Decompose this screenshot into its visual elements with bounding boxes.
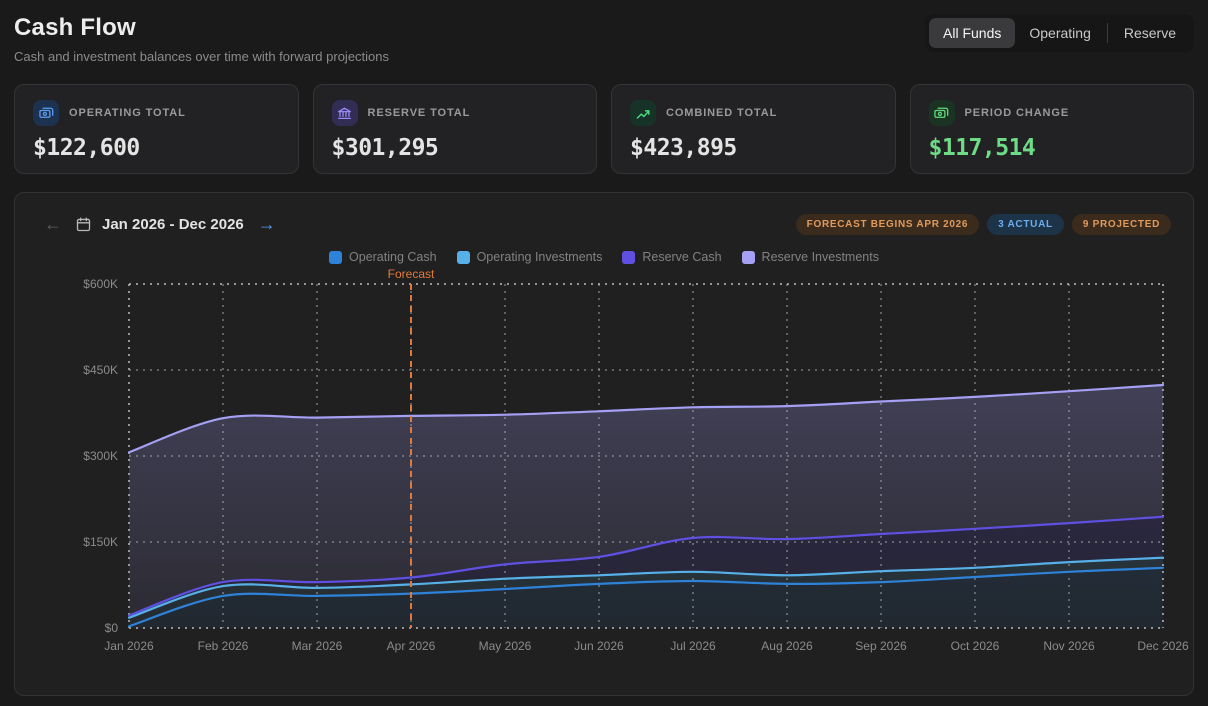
actual-count-badge: 3 ACTUAL bbox=[987, 214, 1064, 235]
y-tick-label: $450K bbox=[83, 363, 118, 377]
tab-operating[interactable]: Operating bbox=[1015, 18, 1104, 48]
x-tick-label: Mar 2026 bbox=[292, 639, 343, 653]
trending-up-icon bbox=[630, 100, 656, 126]
date-range-label: Jan 2026 - Dec 2026 bbox=[102, 216, 244, 233]
legend-item-operating-investments[interactable]: Operating Investments bbox=[457, 250, 603, 264]
legend-item-reserve-cash[interactable]: Reserve Cash bbox=[622, 250, 721, 264]
banknotes-icon bbox=[33, 100, 59, 126]
forecast-label: Forecast bbox=[388, 267, 435, 281]
x-tick-label: Feb 2026 bbox=[198, 639, 249, 653]
legend-swatch bbox=[457, 251, 470, 264]
y-tick-label: $600K bbox=[83, 277, 118, 291]
x-tick-label: Jul 2026 bbox=[670, 639, 716, 653]
tab-reserve[interactable]: Reserve bbox=[1110, 18, 1190, 48]
stat-value: $117,514 bbox=[929, 135, 1176, 161]
tab-divider bbox=[1107, 23, 1108, 43]
chart-toolbar: ← Jan 2026 - Dec 2026 → FORECAST BEGINS … bbox=[31, 209, 1177, 235]
tab-all-funds[interactable]: All Funds bbox=[929, 18, 1015, 48]
page-header: Cash Flow Cash and investment balances o… bbox=[14, 12, 1194, 64]
chart-legend: Operating Cash Operating Investments Reser… bbox=[31, 250, 1177, 264]
stat-card-period-change: PERIOD CHANGE $117,514 bbox=[910, 84, 1195, 174]
stat-value: $122,600 bbox=[33, 135, 280, 161]
stat-label: COMBINED TOTAL bbox=[666, 107, 777, 119]
y-tick-label: $150K bbox=[83, 535, 118, 549]
stat-card-operating-total: OPERATING TOTAL $122,600 bbox=[14, 84, 299, 174]
stat-label: OPERATING TOTAL bbox=[69, 107, 186, 119]
forecast-begins-badge: FORECAST BEGINS APR 2026 bbox=[796, 214, 979, 235]
stat-label: RESERVE TOTAL bbox=[368, 107, 471, 119]
next-period-button[interactable]: → bbox=[255, 213, 279, 235]
x-tick-label: Jun 2026 bbox=[574, 639, 624, 653]
stacked-area-chart: Forecast $0 $150K $300K $450K $600K Jan 2026 Fe… bbox=[41, 266, 1191, 664]
page-title: Cash Flow bbox=[14, 14, 389, 42]
chart-area: Forecast $0 $150K $300K $450K $600K Jan 2026 Fe… bbox=[31, 266, 1177, 669]
legend-label: Reserve Investments bbox=[762, 250, 879, 264]
legend-label: Operating Cash bbox=[349, 250, 437, 264]
chart-badges: FORECAST BEGINS APR 2026 3 ACTUAL 9 PROJ… bbox=[796, 214, 1171, 235]
x-tick-label: Dec 2026 bbox=[1137, 639, 1189, 653]
bank-icon bbox=[332, 100, 358, 126]
stat-card-combined-total: COMBINED TOTAL $423,895 bbox=[611, 84, 896, 174]
legend-swatch bbox=[742, 251, 755, 264]
legend-label: Reserve Cash bbox=[642, 250, 721, 264]
legend-swatch bbox=[622, 251, 635, 264]
stat-label: PERIOD CHANGE bbox=[965, 107, 1070, 119]
fund-filter-tabs: All Funds Operating Reserve bbox=[925, 14, 1194, 52]
cash-flow-chart-panel: ← Jan 2026 - Dec 2026 → FORECAST BEGINS … bbox=[14, 192, 1194, 696]
page-subtitle: Cash and investment balances over time w… bbox=[14, 49, 389, 64]
legend-swatch bbox=[329, 251, 342, 264]
legend-item-operating-cash[interactable]: Operating Cash bbox=[329, 250, 437, 264]
y-tick-label: $0 bbox=[105, 621, 119, 635]
stat-value: $423,895 bbox=[630, 135, 877, 161]
banknotes-icon bbox=[929, 100, 955, 126]
x-tick-label: May 2026 bbox=[479, 639, 532, 653]
prev-period-button[interactable]: ← bbox=[41, 213, 65, 235]
y-tick-label: $300K bbox=[83, 449, 118, 463]
stat-value: $301,295 bbox=[332, 135, 579, 161]
legend-item-reserve-investments[interactable]: Reserve Investments bbox=[742, 250, 879, 264]
chart-bands bbox=[129, 385, 1163, 628]
stat-cards: OPERATING TOTAL $122,600 RESERVE TOTAL $… bbox=[14, 84, 1194, 174]
projected-count-badge: 9 PROJECTED bbox=[1072, 214, 1171, 235]
legend-label: Operating Investments bbox=[477, 250, 603, 264]
x-tick-label: Oct 2026 bbox=[951, 639, 1000, 653]
calendar-icon bbox=[76, 217, 91, 232]
x-tick-label: Jan 2026 bbox=[104, 639, 154, 653]
page-header-text: Cash Flow Cash and investment balances o… bbox=[14, 12, 389, 64]
x-tick-label: Apr 2026 bbox=[387, 639, 436, 653]
stat-card-reserve-total: RESERVE TOTAL $301,295 bbox=[313, 84, 598, 174]
x-tick-label: Nov 2026 bbox=[1043, 639, 1095, 653]
date-range-nav: ← Jan 2026 - Dec 2026 → bbox=[41, 213, 279, 235]
x-tick-label: Aug 2026 bbox=[761, 639, 813, 653]
x-tick-label: Sep 2026 bbox=[855, 639, 907, 653]
